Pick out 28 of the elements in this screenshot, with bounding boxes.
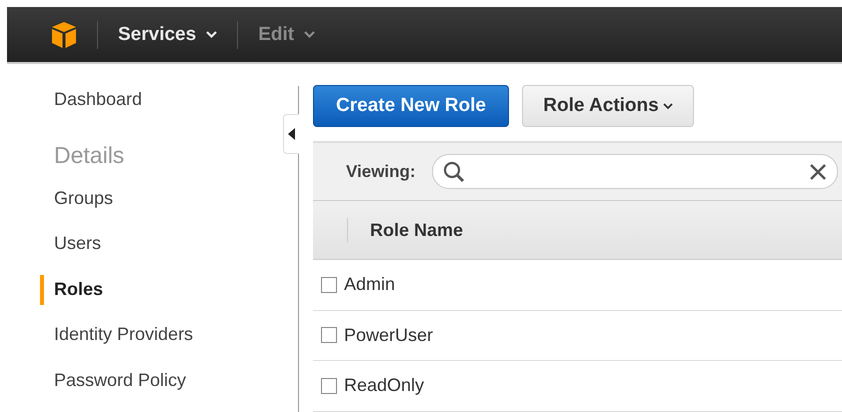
search-field[interactable] [432, 154, 838, 189]
sidebar-item[interactable]: Dashboard [54, 86, 142, 112]
row-checkbox[interactable] [321, 276, 337, 293]
close-icon[interactable] [809, 162, 827, 180]
sidebar-item[interactable]: Users [54, 230, 102, 256]
row-checkbox[interactable] [321, 327, 337, 344]
caret-icon [206, 31, 218, 38]
sidebar-item[interactable]: Roles [54, 276, 104, 302]
search-icon [442, 160, 465, 182]
sidebar-heading: Details [54, 140, 126, 170]
row-checkbox[interactable] [321, 378, 337, 394]
selection-indicator [40, 274, 44, 304]
cube-logo-icon[interactable] [51, 20, 77, 48]
left-triangle-icon [288, 128, 295, 140]
table-cell: PowerUser [344, 324, 434, 346]
sidebar-item[interactable]: Groups [54, 184, 114, 210]
actions-button[interactable]: Role Actions [522, 85, 694, 127]
sidebar-item[interactable]: Identity Providers [54, 321, 194, 347]
table-cell: Admin [344, 274, 396, 296]
caret-icon [304, 31, 316, 38]
caret-icon [662, 103, 673, 109]
sidebar-item[interactable]: Password Policy [54, 366, 186, 392]
filter-label: Viewing: [346, 162, 416, 182]
create-role-button[interactable]: Create New Role [313, 85, 509, 127]
table-cell: ReadOnly [344, 375, 424, 396]
menu-button[interactable]: Services [118, 24, 218, 46]
collapse-button[interactable] [283, 114, 299, 154]
column-header[interactable]: Role Name [347, 218, 464, 242]
